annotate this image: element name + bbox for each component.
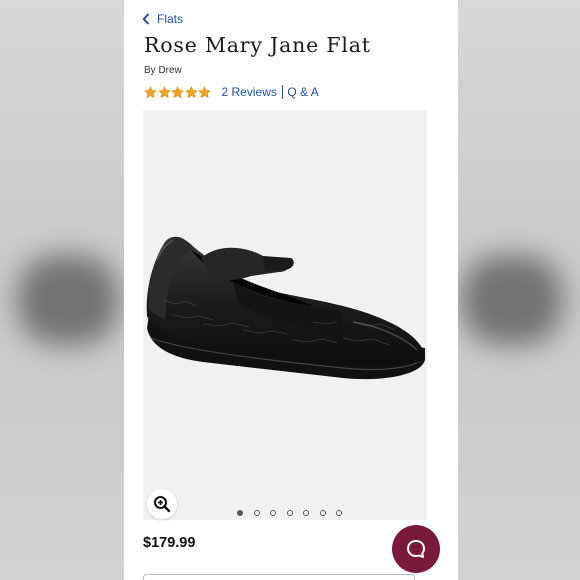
pagination-dot[interactable] [336,510,342,516]
shoe-image [146,236,426,380]
star-icon [171,85,184,98]
product-image[interactable] [143,110,427,520]
pagination-dot[interactable] [237,510,243,516]
background-blur-left [0,0,124,580]
reviews-link[interactable]: 2 Reviews [222,85,277,99]
pagination-dot[interactable] [286,510,293,516]
qa-link[interactable]: Q & A [287,85,318,99]
link-divider [281,85,284,99]
gallery-pagination [237,510,353,516]
blurred-shoe-right [462,255,562,345]
chat-button[interactable] [392,525,440,573]
chat-bubble-icon [407,540,425,558]
option-selector[interactable] [143,574,415,580]
pagination-dot[interactable] [253,510,260,516]
star-rating [144,85,212,99]
blurred-shoe-left [18,255,118,345]
zoom-in-icon [154,496,171,513]
product-price: $179.99 [143,535,196,551]
pagination-dot[interactable] [303,510,309,516]
product-page: Flats Rose Mary Jane Flat By Drew 2 Revi… [124,0,458,580]
background-blur-right [458,0,580,580]
zoom-button[interactable] [147,489,177,519]
breadcrumb-label: Flats [157,12,184,26]
product-brand: By Drew [144,65,182,76]
breadcrumb-back-link[interactable]: Flats [142,12,183,26]
pagination-dot[interactable] [270,510,276,516]
star-icon [144,85,157,98]
pagination-dot[interactable] [319,510,326,516]
rating-row: 2 Reviews Q & A [144,84,319,100]
star-icon [198,85,211,98]
chevron-left-icon [142,13,150,25]
star-icon [184,85,198,98]
product-title: Rose Mary Jane Flat [144,33,371,57]
star-icon [157,85,171,98]
